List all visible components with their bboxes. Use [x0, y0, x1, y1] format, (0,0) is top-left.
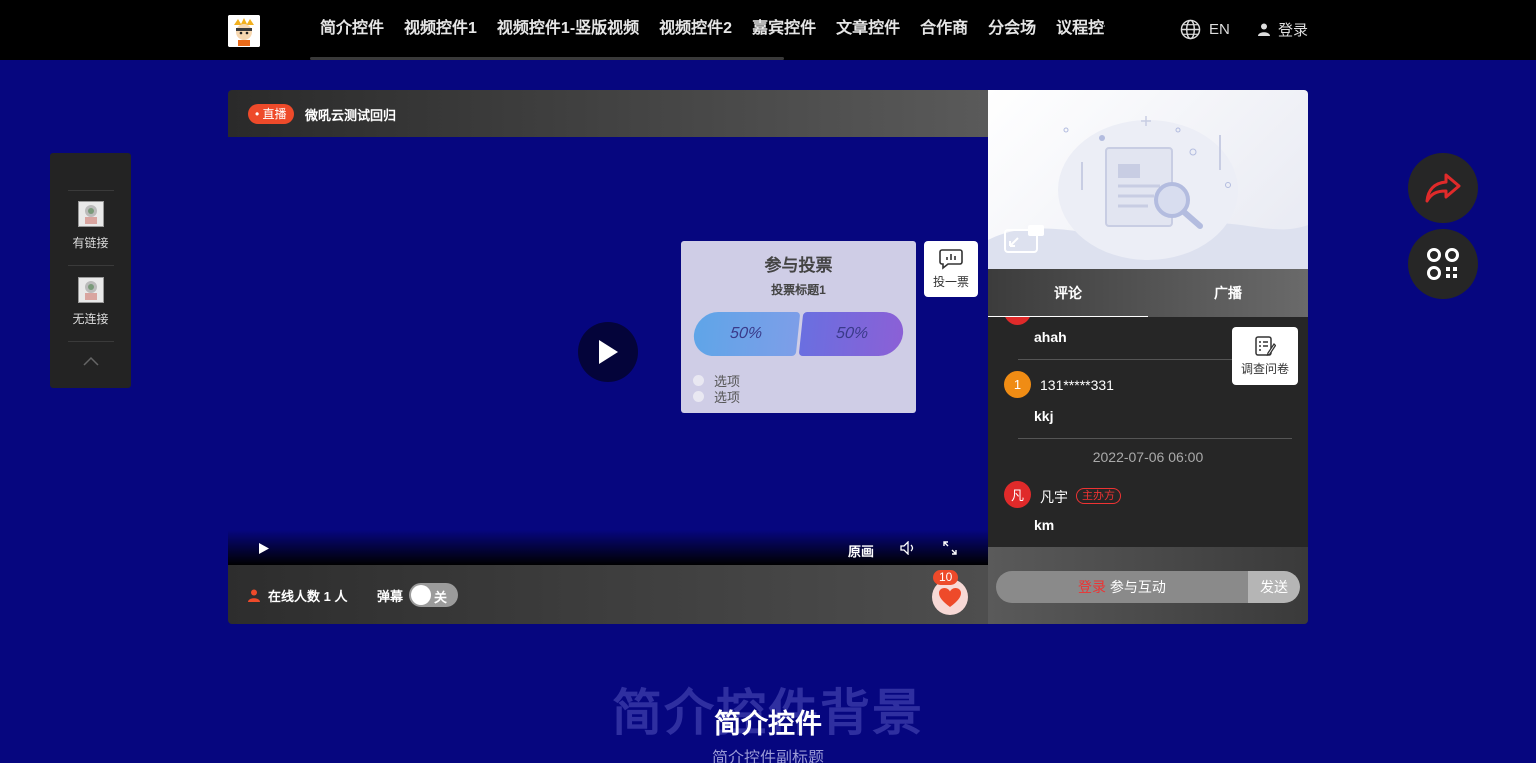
chevron-up-icon[interactable]: [83, 356, 99, 366]
heart-icon: [939, 587, 961, 607]
vote-option-label: 选项: [714, 390, 741, 405]
nav-item-subvenue[interactable]: 分会场: [978, 0, 1046, 60]
divider: [68, 190, 114, 191]
section-title: 简介控件: [714, 709, 822, 739]
login-button[interactable]: 登录: [1258, 18, 1308, 40]
main-nav: 简介控件 视频控件1 视频控件1-竖版视频 视频控件2 嘉宾控件 文章控件 合作…: [310, 0, 1105, 60]
vote-button[interactable]: 投一票: [924, 241, 978, 297]
language-switch[interactable]: EN: [1180, 18, 1230, 40]
survey-button-label: 调查问卷: [1240, 362, 1289, 376]
interaction-tabs: 评论 广播: [988, 269, 1308, 317]
language-label: EN: [1209, 20, 1230, 38]
user-icon: [248, 589, 260, 602]
doc-preview: [988, 90, 1308, 269]
play-icon: [599, 340, 618, 364]
vote-subtitle: 投票标题1: [771, 283, 826, 297]
volume-icon[interactable]: [900, 541, 916, 555]
qrcode-button[interactable]: [1408, 229, 1478, 299]
left-panel-item-label: 有链接: [72, 236, 109, 250]
avatar: 1: [1004, 371, 1031, 398]
left-panel-item-unlinked[interactable]: 无连接: [50, 277, 131, 327]
survey-icon: [1255, 336, 1277, 356]
host-badge: 主办方: [1076, 488, 1121, 504]
toggle-knob: [411, 585, 431, 605]
avatar: [1004, 317, 1031, 325]
vote-result-bar-a: 50%: [691, 312, 801, 356]
comment-input-area: 登录 参与互动 发送: [988, 547, 1308, 624]
divider: [68, 341, 114, 342]
comment-input[interactable]: 登录 参与互动: [996, 571, 1248, 603]
left-panel-item-label: 无连接: [72, 312, 109, 326]
pip-icon[interactable]: [1004, 225, 1044, 253]
player-controls: 原画: [228, 530, 988, 565]
divider: [68, 265, 114, 266]
share-icon: [1425, 173, 1461, 203]
vote-option[interactable]: 选项: [693, 387, 740, 406]
play-icon[interactable]: [258, 542, 270, 555]
survey-button[interactable]: 调查问卷: [1232, 327, 1298, 385]
tab-broadcast[interactable]: 广播: [1148, 269, 1308, 317]
nav-item-articles[interactable]: 文章控件: [826, 0, 910, 60]
divider: [1018, 438, 1292, 439]
like-count: 10: [933, 570, 959, 585]
danmu-label: 弹幕: [377, 589, 404, 604]
section-subtitle: 简介控件副标题: [711, 750, 824, 763]
live-title: 微吼云测试回归: [305, 108, 397, 123]
player-header: • 直播 微吼云测试回归: [228, 90, 988, 137]
vote-percent-b: 50%: [835, 325, 869, 342]
nav-item-partners[interactable]: 合作商: [910, 0, 978, 60]
qrcode-icon: [1427, 248, 1459, 280]
nav-item-video1[interactable]: 视频控件1: [394, 0, 487, 60]
video-player[interactable]: • 直播 微吼云测试回归 参与投票 投票标题1 50% 50% 选项 选项 投一…: [228, 90, 988, 624]
poll-icon: [939, 249, 963, 270]
quality-selector[interactable]: 原画: [848, 541, 874, 560]
avatar: [77, 277, 104, 303]
danmu-toggle[interactable]: 关: [409, 583, 458, 607]
share-button[interactable]: [1408, 153, 1478, 223]
nav-item-guests[interactable]: 嘉宾控件: [742, 0, 826, 60]
tab-comments[interactable]: 评论: [988, 269, 1148, 317]
login-label: 登录: [1278, 21, 1309, 39]
avatar: 凡: [1004, 481, 1031, 508]
comment-author: 凡宇: [1040, 489, 1068, 505]
online-count-text: 在线人数 1 人: [268, 589, 348, 604]
big-play-button[interactable]: [578, 322, 638, 382]
logo[interactable]: [228, 15, 260, 47]
avatar: [77, 201, 104, 227]
login-link[interactable]: 登录: [1078, 579, 1106, 595]
vote-card: 参与投票 投票标题1 50% 50% 选项 选项: [681, 241, 916, 413]
comment-text: kkj: [1034, 408, 1054, 424]
nav-item-agenda[interactable]: 议程控件: [1046, 0, 1105, 60]
comment-timestamp: 2022-07-06 06:00: [1092, 449, 1204, 465]
send-button[interactable]: 发送: [1248, 571, 1300, 603]
fullscreen-icon[interactable]: [943, 541, 957, 555]
nav-item-video1-vertical[interactable]: 视频控件1-竖版视频: [487, 0, 649, 60]
vote-percent-a: 50%: [729, 325, 763, 342]
online-count: 在线人数 1 人: [248, 586, 347, 605]
comment-text: ahah: [1034, 329, 1067, 345]
left-panel-item-linked[interactable]: 有链接: [50, 201, 131, 251]
player-footer: 在线人数 1 人 弹幕 关 10: [228, 565, 988, 624]
nav-item-video2[interactable]: 视频控件2: [649, 0, 742, 60]
vote-result-bar-b: 50%: [798, 312, 906, 356]
nav-item-intro[interactable]: 简介控件: [310, 0, 394, 60]
comment-author: 131*****331: [1040, 377, 1114, 393]
radio-icon: [693, 391, 704, 402]
input-prompt: 参与互动: [1106, 579, 1166, 595]
vote-button-label: 投一票: [932, 275, 969, 289]
globe-icon: [1180, 19, 1201, 39]
nav-scrollbar[interactable]: [310, 57, 784, 60]
comment-text: km: [1034, 517, 1055, 533]
live-badge: • 直播: [248, 104, 294, 124]
vote-title: 参与投票: [764, 256, 833, 275]
radio-icon: [693, 375, 704, 386]
toggle-state: 关: [434, 590, 448, 605]
top-navbar: 简介控件 视频控件1 视频控件1-竖版视频 视频控件2 嘉宾控件 文章控件 合作…: [0, 0, 1536, 60]
user-icon: [1258, 23, 1270, 36]
left-link-panel: 有链接 无连接: [50, 153, 131, 388]
